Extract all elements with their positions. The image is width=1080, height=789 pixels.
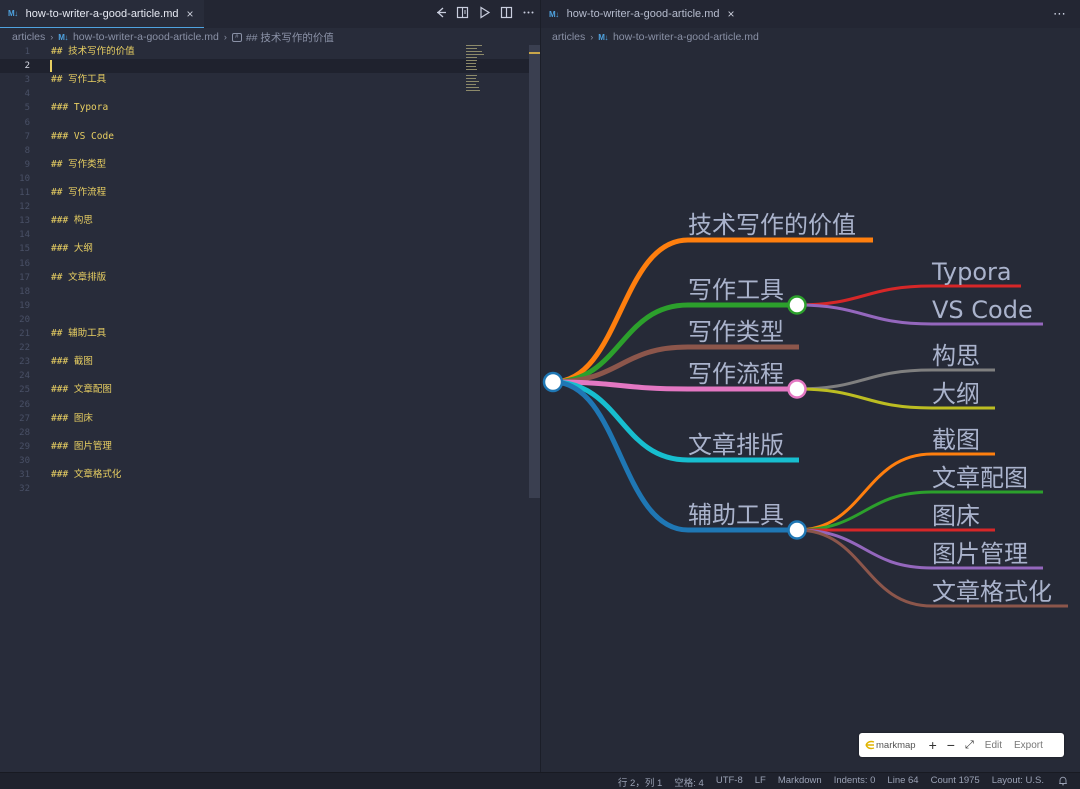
child-label[interactable]: VS Code	[932, 296, 1033, 324]
child-link	[796, 303, 933, 326]
status-eol[interactable]: LF	[755, 775, 766, 789]
status-indents[interactable]: Indents: 0	[834, 775, 876, 789]
status-keyboard-layout[interactable]: Layout: U.S.	[992, 775, 1044, 789]
status-cursor-position[interactable]: 行 2，列 1	[618, 775, 662, 789]
markmap-brand[interactable]: markmap	[865, 740, 916, 751]
bell-icon[interactable]	[1058, 776, 1068, 786]
branch-link	[552, 237, 689, 385]
branch-label[interactable]: 辅助工具	[688, 501, 784, 529]
collapse-node-circle[interactable]	[787, 379, 807, 399]
status-indentation[interactable]: 空格: 4	[674, 775, 704, 789]
child-label[interactable]: 文章格式化	[932, 578, 1052, 606]
mindmap-canvas[interactable]: 技术写作的价值写作工具 Typora VS Code 写作类型写作流程 构思大纲文章排版…	[0, 0, 1080, 772]
collapse-node-circle[interactable]	[787, 520, 807, 540]
status-word-count[interactable]: Count 1975	[931, 775, 980, 789]
markmap-logo-icon	[865, 740, 875, 750]
child-label[interactable]: 构思	[932, 342, 980, 370]
child-label[interactable]: 文章配图	[932, 464, 1028, 492]
status-line-count[interactable]: Line 64	[887, 775, 918, 789]
root-node-circle[interactable]	[542, 371, 564, 393]
child-label[interactable]: 图片管理	[932, 540, 1028, 568]
child-label[interactable]: 大纲	[932, 380, 980, 408]
child-label[interactable]: 图床	[932, 502, 980, 530]
status-bar: 行 2，列 1 空格: 4 UTF-8 LF Markdown Indents:…	[0, 772, 1080, 789]
status-encoding[interactable]: UTF-8	[716, 775, 743, 789]
status-language[interactable]: Markdown	[778, 775, 822, 789]
collapse-node-circle[interactable]	[787, 295, 807, 315]
branch-label[interactable]: 写作类型	[688, 318, 784, 346]
zoom-out-button[interactable]: −	[947, 737, 955, 753]
edit-button[interactable]: Edit	[985, 740, 1002, 751]
zoom-in-button[interactable]: +	[929, 737, 937, 753]
branch-label[interactable]: 文章排版	[688, 431, 784, 459]
branch-label[interactable]: 技术写作的价值	[688, 211, 856, 239]
child-link	[796, 490, 933, 532]
fit-window-button[interactable]: ⤢	[965, 739, 974, 752]
export-button[interactable]: Export	[1014, 740, 1043, 751]
child-link	[796, 284, 933, 307]
child-label[interactable]: 截图	[932, 426, 980, 454]
child-link	[796, 528, 933, 570]
branch-link	[552, 379, 689, 463]
markmap-brand-label: markmap	[876, 739, 916, 751]
child-label[interactable]: Typora	[931, 258, 1012, 286]
child-link	[796, 387, 933, 410]
branch-label[interactable]: 写作流程	[688, 360, 784, 388]
branch-label[interactable]: 写作工具	[688, 276, 784, 304]
child-link	[796, 368, 933, 391]
markmap-toolbar: markmap + − ⤢ Edit Export	[859, 733, 1064, 757]
